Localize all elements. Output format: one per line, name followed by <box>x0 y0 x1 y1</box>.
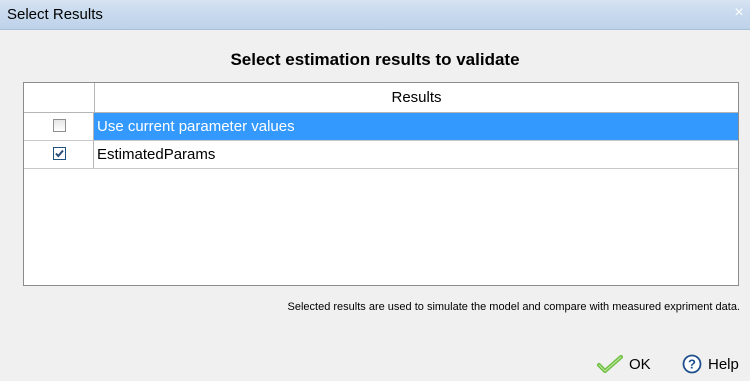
table-row[interactable]: EstimatedParams <box>24 141 738 169</box>
ok-label: OK <box>629 355 651 373</box>
table-header: Results <box>24 83 738 113</box>
window-title: Select Results <box>7 6 103 23</box>
table-row[interactable]: Use current parameter values <box>24 113 738 141</box>
close-icon[interactable]: × <box>732 4 746 22</box>
row-label: Use current parameter values <box>97 118 295 135</box>
row-checkbox[interactable] <box>53 119 66 132</box>
row-checkbox[interactable] <box>53 147 66 160</box>
checkmark-icon <box>55 149 64 158</box>
dialog-heading: Select estimation results to validate <box>230 50 520 69</box>
row-label: EstimatedParams <box>97 146 216 163</box>
checkbox-cell <box>24 141 94 168</box>
svg-text:?: ? <box>688 357 696 372</box>
help-button[interactable]: ? Help <box>682 353 739 375</box>
checkbox-cell <box>24 113 94 140</box>
help-label: Help <box>708 355 739 373</box>
question-circle-icon: ? <box>682 354 702 374</box>
info-note: Selected results are used to simulate th… <box>287 301 740 313</box>
ok-button[interactable]: OK <box>597 353 651 375</box>
checkmark-icon <box>597 355 623 373</box>
checkbox-column-header <box>24 83 95 112</box>
results-column-header[interactable]: Results <box>95 83 738 112</box>
results-table: Results Use current parameter values Est… <box>23 82 739 286</box>
title-bar: Select Results × <box>0 0 750 30</box>
